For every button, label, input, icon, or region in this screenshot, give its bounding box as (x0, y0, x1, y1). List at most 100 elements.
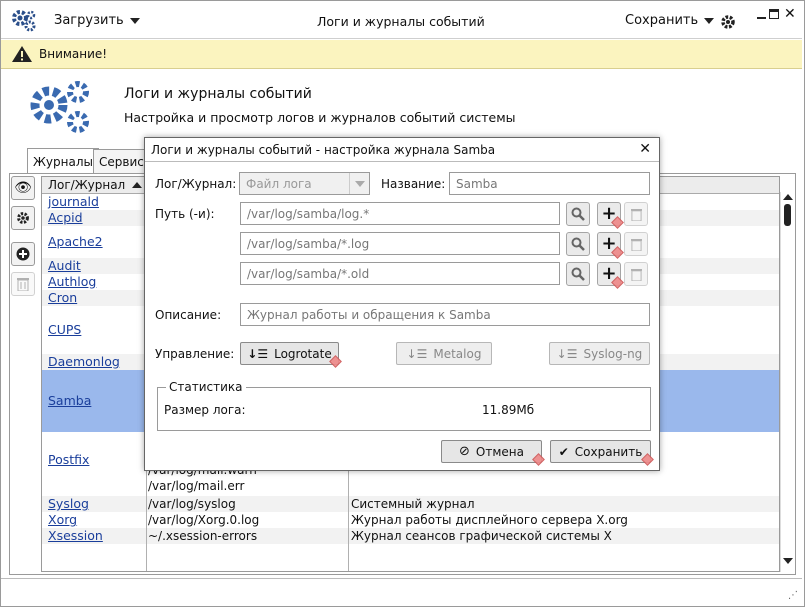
save-label: Сохранить (574, 444, 643, 459)
warning-icon (12, 46, 32, 62)
sort-icon: ↓☰ (406, 346, 428, 361)
load-menu-label: Загрузить (54, 13, 124, 28)
trash-icon (17, 278, 29, 291)
close-dialog-icon[interactable]: ✕ (639, 141, 651, 157)
type-label: Лог/Журнал: (155, 177, 237, 191)
syslogng-button[interactable]: ↓☰ Syslog-ng (549, 342, 650, 365)
header-gears-icon (28, 80, 94, 136)
browse-button[interactable] (566, 262, 590, 286)
add-path-button[interactable]: + (597, 202, 624, 229)
remove-path-button[interactable] (624, 262, 648, 286)
browse-button[interactable] (566, 232, 590, 256)
name-input-value: Samba (456, 176, 498, 191)
statistics-title: Статистика (166, 380, 246, 394)
warning-text: Внимание! (39, 47, 108, 61)
description-input[interactable]: Журнал работы и обращения к Samba (240, 303, 650, 326)
trash-icon (630, 238, 642, 251)
metalog-button[interactable]: ↓☰ Metalog (396, 342, 492, 365)
cancel-button[interactable]: ⊘ Отмена (441, 440, 545, 466)
table-row[interactable]: Syslog/var/log/syslog Системный журнал (42, 496, 779, 512)
add-button[interactable] (11, 242, 35, 266)
log-name-link[interactable]: Authlog (48, 274, 96, 289)
log-name-link[interactable]: Acpid (48, 210, 83, 225)
scroll-down-icon[interactable] (783, 558, 793, 564)
path-input[interactable]: /var/log/samba/*.log (240, 232, 560, 255)
log-name-link[interactable]: Syslog (48, 496, 89, 511)
save-button[interactable]: ✔ Сохранить (550, 440, 654, 466)
resize-grip-icon[interactable]: ⋰ (788, 590, 798, 601)
toolbar-vertical: 👁 (11, 176, 37, 302)
logrotate-button[interactable]: ↓☰ Logrotate (240, 342, 342, 368)
table-scrollbar[interactable] (780, 192, 794, 572)
search-icon (571, 207, 585, 221)
scroll-thumb[interactable] (784, 204, 791, 226)
dialog-title-bar: Логи и журналы событий - настройка журна… (145, 138, 659, 162)
view-button[interactable]: 👁 (11, 176, 35, 200)
chevron-down-icon (704, 17, 715, 24)
path-input[interactable]: /var/log/samba/log.* (240, 202, 560, 225)
chevron-down-icon (354, 180, 365, 187)
delete-button[interactable] (11, 272, 35, 296)
scroll-up-icon[interactable] (783, 194, 793, 200)
search-icon (571, 267, 585, 281)
log-size-value: 11.89Мб (482, 403, 535, 417)
statistics-group: Статистика Размер лога: 11.89Мб (157, 380, 651, 431)
column-header-name[interactable]: Лог/Журнал (48, 178, 125, 192)
log-size-label: Размер лога: (164, 403, 246, 417)
maximize-icon[interactable] (769, 9, 779, 19)
tab-label: Журналы (33, 154, 93, 169)
save-menu-button[interactable]: Сохранить (625, 13, 715, 28)
checkmark-icon: ✔ (558, 444, 569, 459)
add-path-button[interactable]: + (597, 232, 624, 259)
status-bar: ⋰ (1, 578, 802, 604)
log-name-link[interactable]: Xsession (48, 528, 103, 543)
chevron-down-icon (129, 17, 140, 24)
load-menu-button[interactable]: Загрузить (54, 13, 140, 28)
tab-services[interactable]: Сервисы (93, 149, 148, 173)
path-value: /var/log/samba/*.old (247, 266, 370, 281)
sort-asc-icon (132, 182, 142, 188)
search-icon (571, 237, 585, 251)
browse-button[interactable] (566, 202, 590, 226)
eye-icon: 👁 (14, 180, 32, 196)
log-name-link[interactable]: Cron (48, 290, 77, 305)
log-name-link[interactable]: Audit (48, 258, 81, 273)
trash-icon (630, 208, 642, 221)
log-name-link[interactable]: CUPS (48, 322, 81, 337)
remove-path-button[interactable] (624, 202, 648, 226)
tab-label: Сервисы (99, 154, 148, 169)
window-title: Логи и журналы событий (317, 14, 485, 29)
gear-icon[interactable] (720, 14, 736, 30)
path-input[interactable]: /var/log/samba/*.old (240, 262, 560, 285)
settings-button[interactable] (11, 206, 35, 230)
trash-icon (630, 268, 642, 281)
log-name-link[interactable]: Postfix (48, 452, 89, 467)
path-value: /var/log/samba/log.* (247, 206, 370, 221)
dialog-title: Логи и журналы событий - настройка журна… (151, 142, 496, 157)
log-name-link[interactable]: Samba (48, 393, 91, 408)
name-label: Название: (381, 177, 446, 191)
log-name-link[interactable]: Daemonlog (48, 354, 120, 369)
description-label: Описание: (155, 308, 222, 322)
log-name-link[interactable]: Apache2 (48, 234, 103, 249)
table-row[interactable]: Xsession ~/.xsession-errors Журнал сеансов… (42, 528, 779, 544)
tab-journals[interactable]: Журналы (27, 148, 99, 174)
cancel-label: Отмена (475, 444, 524, 459)
page-title: Логи и журналы событий (124, 86, 312, 102)
sort-icon: ↓☰ (247, 346, 269, 361)
type-select[interactable]: Файл лога (239, 172, 370, 195)
log-description: Журнал сеансов графической системы X (351, 529, 612, 543)
table-row[interactable]: Xorg/var/log/Xorg.0.log Журнал работы дис… (42, 512, 779, 528)
minimize-icon[interactable] (757, 11, 766, 20)
log-name-link[interactable]: journald (48, 194, 99, 209)
control-label: Управление: (155, 347, 235, 361)
log-name-link[interactable]: Xorg (48, 512, 77, 527)
close-window-icon[interactable]: ✕ (784, 7, 796, 21)
plus-circle-icon (16, 247, 30, 261)
name-input[interactable]: Samba (449, 172, 650, 195)
edit-marker-icon (641, 453, 654, 466)
remove-path-button[interactable] (624, 232, 648, 256)
edit-marker-icon (532, 453, 545, 466)
add-path-button[interactable]: + (597, 262, 624, 289)
path-label: Путь (-и): (155, 207, 215, 221)
